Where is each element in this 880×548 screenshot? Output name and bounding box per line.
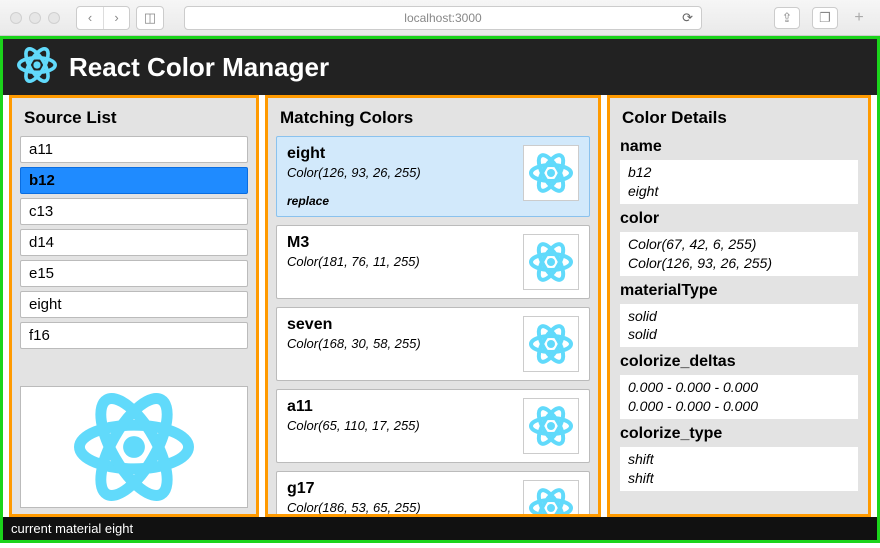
app-root: React Color Manager Source List a11 b12 c1… [0, 36, 880, 543]
detail-label: name [620, 136, 858, 160]
reload-icon[interactable]: ⟳ [682, 10, 693, 26]
match-thumb [523, 398, 579, 454]
match-color: Color(186, 53, 65, 255) [287, 500, 421, 514]
detail-values: solidsolid [620, 304, 858, 348]
detail-values: Color(67, 42, 6, 255)Color(126, 93, 26, … [620, 232, 858, 276]
match-name: M3 [287, 234, 420, 252]
match-card[interactable]: eight Color(126, 93, 26, 255) replace [276, 136, 590, 217]
detail-group: nameb12eight [620, 136, 858, 204]
source-item[interactable]: a11 [20, 136, 248, 163]
match-card[interactable]: g17 Color(186, 53, 65, 255) [276, 471, 590, 514]
source-item[interactable]: eight [20, 291, 248, 318]
matching-panel-title: Matching Colors [268, 98, 598, 136]
match-color: Color(65, 110, 17, 255) [287, 418, 420, 433]
source-item[interactable]: d14 [20, 229, 248, 256]
app-title: React Color Manager [69, 52, 329, 83]
detail-group: colorColor(67, 42, 6, 255)Color(126, 93,… [620, 208, 858, 276]
match-name: seven [287, 316, 421, 334]
match-thumb [523, 480, 579, 514]
url-text: localhost:3000 [404, 11, 481, 25]
detail-label: materialType [620, 280, 858, 304]
matching-panel: Matching Colors eight Color(126, 93, 26, … [265, 95, 601, 517]
back-button[interactable]: ‹ [77, 7, 103, 29]
share-button[interactable]: ⇪ [774, 7, 800, 29]
match-card[interactable]: M3 Color(181, 76, 11, 255) [276, 225, 590, 299]
minimize-dot[interactable] [29, 12, 41, 24]
match-thumb [523, 316, 579, 372]
match-color: Color(181, 76, 11, 255) [287, 254, 420, 269]
new-tab-button[interactable]: + [848, 7, 870, 29]
sidebar-toggle[interactable]: ◫ [136, 6, 164, 30]
tabs-button[interactable]: ❐ [812, 7, 838, 29]
match-card[interactable]: a11 Color(65, 110, 17, 255) [276, 389, 590, 463]
react-logo-icon [17, 45, 57, 90]
details-panel: Color Details nameb12eightcolorColor(67,… [607, 95, 871, 517]
detail-group: colorize_deltas0.000 - 0.000 - 0.0000.00… [620, 351, 858, 419]
match-thumb [523, 145, 579, 201]
match-color: Color(126, 93, 26, 255) [287, 165, 421, 180]
source-item[interactable]: f16 [20, 322, 248, 349]
match-thumb [523, 234, 579, 290]
source-panel-title: Source List [12, 98, 256, 136]
detail-group: materialTypesolidsolid [620, 280, 858, 348]
detail-label: colorize_type [620, 423, 858, 447]
match-color: Color(168, 30, 58, 255) [287, 336, 421, 351]
columns: Source List a11 b12 c13 d14 e15 eight f16 Matc… [3, 95, 877, 517]
match-name: eight [287, 145, 421, 163]
detail-label: color [620, 208, 858, 232]
source-panel: Source List a11 b12 c13 d14 e15 eight f16 [9, 95, 259, 517]
detail-values: shiftshift [620, 447, 858, 491]
window-controls [10, 12, 60, 24]
browser-chrome: ‹ › ◫ localhost:3000 ⟳ ⇪ ❐ + [0, 0, 880, 36]
detail-label: colorize_deltas [620, 351, 858, 375]
source-item[interactable]: c13 [20, 198, 248, 225]
matching-list[interactable]: eight Color(126, 93, 26, 255) replace M3 Col… [268, 136, 598, 514]
details-content: nameb12eightcolorColor(67, 42, 6, 255)Co… [610, 136, 868, 503]
source-item[interactable]: e15 [20, 260, 248, 287]
match-name: g17 [287, 480, 421, 498]
details-panel-title: Color Details [610, 98, 868, 136]
close-dot[interactable] [10, 12, 22, 24]
detail-values: b12eight [620, 160, 858, 204]
detail-values: 0.000 - 0.000 - 0.0000.000 - 0.000 - 0.0… [620, 375, 858, 419]
forward-button[interactable]: › [103, 7, 129, 29]
match-name: a11 [287, 398, 420, 416]
match-action[interactable]: replace [287, 194, 421, 208]
app-header: React Color Manager [3, 39, 877, 95]
detail-group: colorize_typeshiftshift [620, 423, 858, 491]
nav-buttons: ‹ › [76, 6, 130, 30]
match-card[interactable]: seven Color(168, 30, 58, 255) [276, 307, 590, 381]
status-text: current material eight [11, 521, 133, 536]
status-bar: current material eight [3, 517, 877, 540]
zoom-dot[interactable] [48, 12, 60, 24]
source-list[interactable]: a11 b12 c13 d14 e15 eight f16 [12, 136, 256, 382]
source-item[interactable]: b12 [20, 167, 248, 194]
address-bar[interactable]: localhost:3000 ⟳ [184, 6, 702, 30]
source-preview [20, 386, 248, 508]
